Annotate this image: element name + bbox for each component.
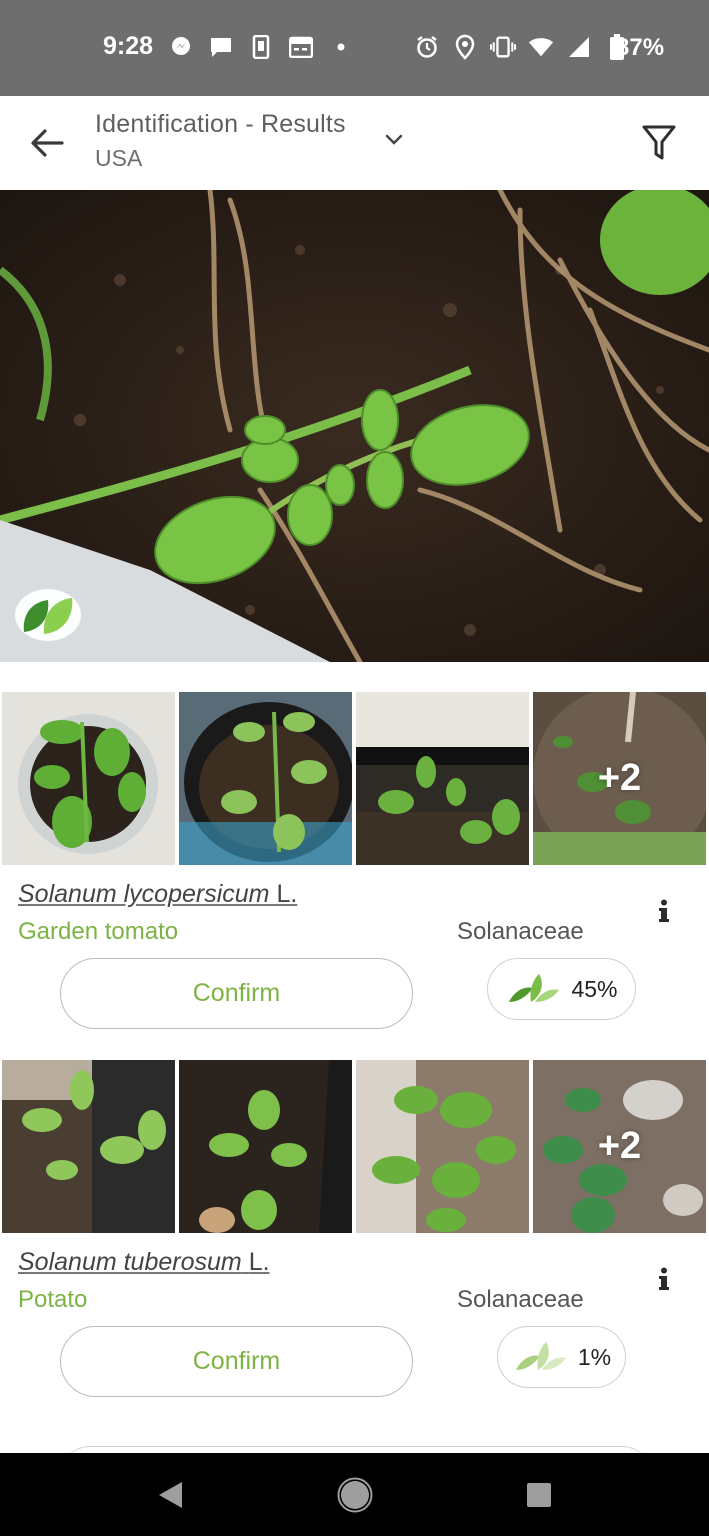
scientific-name: Solanum tuberosum [18,1248,242,1276]
filter-button[interactable] [636,120,682,166]
vibrate-icon [490,34,516,60]
thumbnail-image[interactable] [179,692,352,865]
thumbnail-more[interactable]: +2 [533,692,706,865]
alarm-icon [414,34,440,60]
species-name-link[interactable]: Solanum lycopersicum L. [18,880,297,909]
family-name: Solanaceae [457,1286,584,1313]
page-title: Identification - Results [95,110,346,138]
nav-recents-button[interactable] [519,1475,559,1515]
status-notification-icons [168,34,354,60]
more-images-count: +2 [597,757,642,799]
wifi-icon [528,34,554,60]
info-button[interactable] [652,1264,676,1294]
author-abbreviation: L. [248,1248,270,1276]
status-system-icons [414,34,630,60]
thumbnail-image[interactable] [356,692,529,865]
triangle-back-icon [159,1482,182,1508]
nav-back-button[interactable] [150,1475,190,1515]
confirm-button[interactable]: Confirm [60,958,413,1029]
back-arrow-icon [31,129,64,157]
score-badge: 1% [497,1326,626,1388]
result-thumbnails: +2 [2,1060,709,1233]
score-badge: 45% [487,958,636,1020]
thumbnail-image[interactable] [2,1060,175,1233]
app-bar: Identification - Results USA [0,96,709,190]
common-name: Garden tomato [18,918,179,945]
author-abbreviation: L. [276,880,298,908]
thumbnail-image[interactable] [179,1060,352,1233]
sim-icon [248,34,274,60]
thumbnail-image[interactable] [356,1060,529,1233]
submitted-plant-photo[interactable] [0,190,709,662]
more-images-count: +2 [597,1125,642,1167]
status-time: 9:28 [103,32,154,60]
thumbnail-more[interactable]: +2 [533,1060,706,1233]
region-label: USA [95,145,143,171]
info-button[interactable] [652,896,676,926]
system-navigation-bar [0,1453,709,1536]
region-selector[interactable]: Identification - Results USA [95,110,346,172]
circle-home-icon [337,1477,373,1513]
back-button[interactable] [22,120,72,166]
leaf-score-icon [509,974,560,1002]
leaf-organ-icon [15,589,81,641]
leaf-score-icon [515,1342,566,1370]
status-bar: 9:28 87% [0,0,709,96]
calendar-icon [288,34,314,60]
dot-icon [328,34,354,60]
nav-home-button[interactable] [335,1475,375,1515]
chat-icon [208,34,234,60]
square-recents-icon [527,1483,551,1507]
family-name: Solanaceae [457,918,584,945]
species-name-link[interactable]: Solanum tuberosum L. [18,1248,270,1277]
filter-icon [642,125,676,160]
confirm-button[interactable]: Confirm [60,1326,413,1397]
info-icon [659,1267,669,1290]
result-thumbnails: +2 [2,692,709,865]
messenger-icon [168,34,194,60]
score-value: 1% [577,1343,612,1370]
score-value: 45% [571,975,618,1002]
info-icon [659,899,669,922]
battery-percentage: 87% [616,34,665,61]
chevron-down-icon[interactable] [382,132,406,148]
thumbnail-image[interactable] [2,692,175,865]
common-name: Potato [18,1286,88,1313]
location-icon [452,34,478,60]
signal-icon [566,34,592,60]
scientific-name: Solanum lycopersicum [18,880,270,908]
